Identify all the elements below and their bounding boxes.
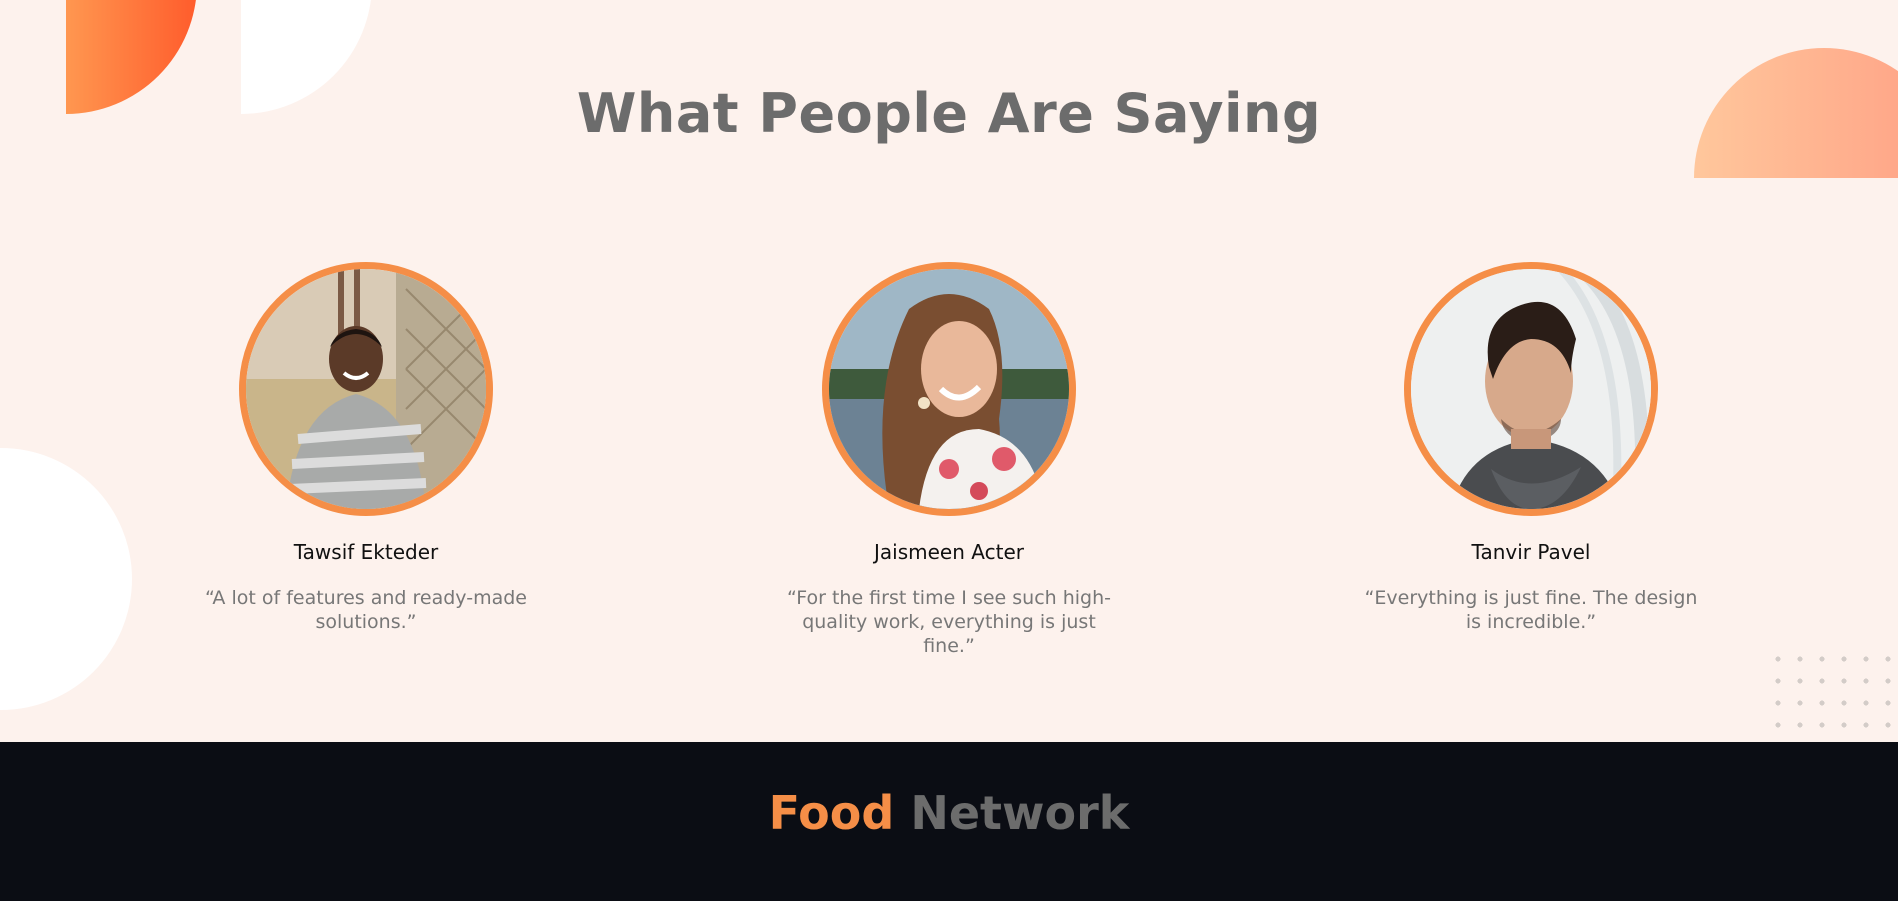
avatar-photo [246,269,486,509]
avatar [1404,262,1658,516]
testimonial-quote: “For the first time I see such high-qual… [786,587,1112,657]
footer: Food Network [0,742,1898,901]
testimonial-list: Tawsif Ekteder “A lot of features and re… [0,262,1898,657]
avatar-photo [829,269,1069,509]
testimonial-card: Tawsif Ekteder “A lot of features and re… [176,262,556,634]
section-title: What People Are Saying [576,82,1322,145]
testimonial-card: Tanvir Pavel “Everything is just fine. T… [1341,262,1721,634]
avatar-photo [1411,269,1651,509]
avatar [239,262,493,516]
testimonial-quote: “Everything is just fine. The design is … [1364,587,1698,633]
footer-brand-logo[interactable]: Food Network [0,786,1898,840]
brand-accent-text: Food [768,786,895,840]
person-name: Tawsif Ekteder [293,540,439,564]
testimonial-quote: “A lot of features and ready-made soluti… [205,587,527,633]
testimonials-section: What People Are Saying Tawsif Ekteder “A… [0,0,1898,742]
avatar [822,262,1076,516]
person-name: Tanvir Pavel [1471,540,1591,564]
testimonial-card: Jaismeen Acter “For the first time I see… [759,262,1139,658]
brand-rest-text: Network [910,786,1130,840]
decorative-dot-grid [1767,648,1898,742]
person-name: Jaismeen Acter [874,540,1024,564]
